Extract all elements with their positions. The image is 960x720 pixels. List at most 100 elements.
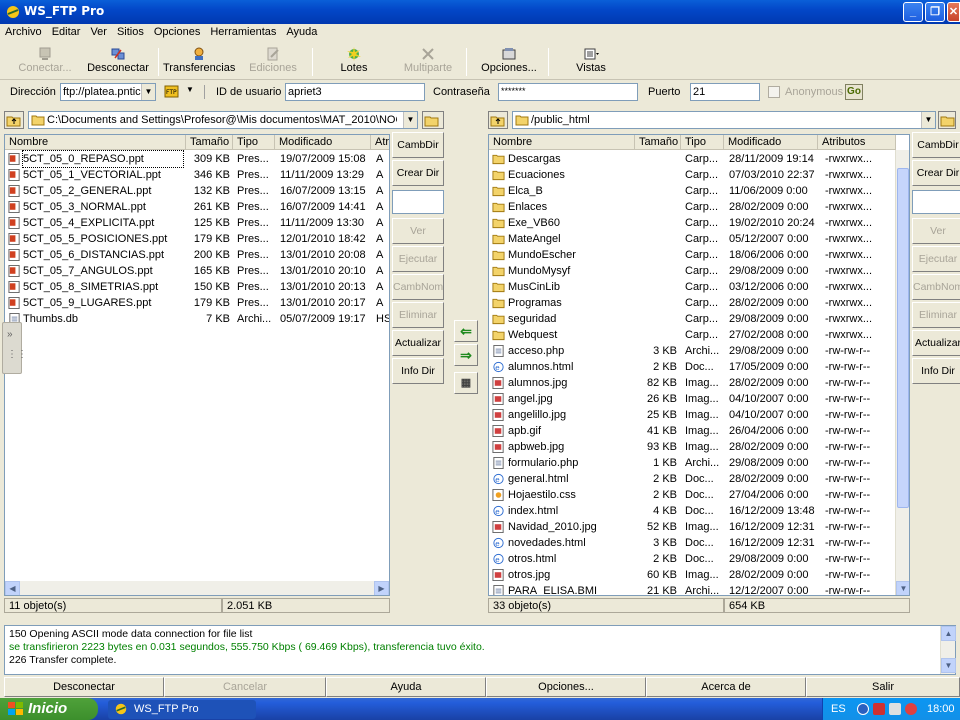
local-col-tamano[interactable]: Tamaño — [186, 135, 233, 150]
remote-file-row[interactable]: alumnos.jpg 82 KB Imag... 28/02/2009 0:00 -r… — [489, 375, 895, 391]
maximize-button[interactable]: ❐ — [925, 2, 945, 22]
salir-button[interactable]: Salir — [806, 677, 960, 697]
acerca-de-button[interactable]: Acerca de — [646, 677, 806, 697]
local-file-row[interactable]: 5CT_05_0_REPASO.ppt 309 KB Pres... 19/07/20… — [5, 150, 389, 168]
remote-file-row[interactable]: Webquest Carp... 27/02/2008 0:00 -rwxrwx... — [489, 327, 895, 343]
remote-file-row[interactable]: e general.html 2 KB Doc... 28/02/2009 0:00 -r… — [489, 471, 895, 487]
remote-file-row[interactable]: Programas Carp... 28/02/2009 0:00 -rwxrwx..… — [489, 295, 895, 311]
remote-file-row[interactable]: Descargas Carp... 28/11/2009 19:14 -rwxrwx.… — [489, 151, 895, 167]
language-indicator[interactable]: ES — [831, 698, 846, 720]
lotes-button[interactable]: Lotes — [330, 46, 378, 80]
log-vertical-scrollbar[interactable]: ▲ ▼ — [940, 626, 956, 674]
remote-file-row[interactable]: formulario.php 1 KB Archi... 29/08/2009 0:0… — [489, 455, 895, 471]
remote-open-folder-button[interactable] — [938, 111, 956, 129]
volume-tray-icon[interactable] — [889, 703, 901, 715]
local-actualizar-button[interactable]: Actualizar — [392, 330, 444, 356]
remote-filter-input[interactable] — [912, 190, 960, 214]
remote-file-row[interactable]: angelillo.jpg 25 KB Imag... 04/10/2007 0:00… — [489, 407, 895, 423]
remote-file-row[interactable]: angel.jpg 26 KB Imag... 04/10/2007 0:00 -rw-… — [489, 391, 895, 407]
desconectar-bottom-button[interactable]: Desconectar — [4, 677, 164, 697]
ftp-lock-dropdown[interactable]: FTP ▼ — [164, 83, 194, 101]
anonymous-checkbox[interactable] — [768, 86, 780, 98]
remote-cambnom-button[interactable]: CambNom — [912, 274, 960, 300]
local-eliminar-button[interactable]: Eliminar — [392, 302, 444, 328]
menu-archivo[interactable]: Archivo — [0, 24, 47, 38]
desconectar-button[interactable]: Desconectar — [84, 46, 152, 80]
remote-file-row[interactable]: otros.jpg 60 KB Imag... 28/02/2009 0:00 -rw-… — [489, 567, 895, 583]
remote-file-row[interactable]: e alumnos.html 2 KB Doc... 17/05/2009 0:00 -r… — [489, 359, 895, 375]
alert-tray-icon[interactable] — [905, 703, 917, 715]
network-tray-icon[interactable] — [857, 703, 869, 715]
remote-file-row[interactable]: e otros.html 2 KB Doc... 29/08/2009 0:00 -rw-… — [489, 551, 895, 567]
remote-col-modificado[interactable]: Modificado — [724, 135, 818, 150]
opciones-bottom-button[interactable]: Opciones... — [486, 677, 646, 697]
remote-file-row[interactable]: apbweb.jpg 93 KB Imag... 28/02/2009 0:00 -rw… — [489, 439, 895, 455]
local-file-row[interactable]: 5CT_05_2_GENERAL.ppt 132 KB Pres... 16/07/2… — [5, 183, 389, 199]
local-file-row[interactable]: 5CT_05_8_SIMETRIAS.ppt 150 KB Pres... 13/01… — [5, 279, 389, 295]
local-file-row[interactable]: 5CT_05_9_LUGARES.ppt 179 KB Pres... 13/01/2… — [5, 295, 389, 311]
local-ver-button[interactable]: Ver — [392, 218, 444, 244]
remote-path-combobox[interactable]: /public_html ▼ — [512, 111, 936, 129]
local-col-atributos[interactable]: Atri — [371, 135, 389, 150]
message-log[interactable]: 150 Opening ASCII mode data connection f… — [4, 625, 956, 675]
local-cambdir-button[interactable]: CambDir — [392, 132, 444, 158]
local-open-folder-button[interactable] — [422, 111, 444, 129]
remote-file-row[interactable]: apb.gif 41 KB Imag... 26/04/2006 0:00 -rw-rw… — [489, 423, 895, 439]
remote-ejecutar-button[interactable]: Ejecutar — [912, 246, 960, 272]
remote-file-row[interactable]: seguridad Carp... 29/08/2009 0:00 -rwxrwx..… — [489, 311, 895, 327]
transferencias-button[interactable]: Transferencias — [163, 46, 235, 80]
local-file-list[interactable]: Nombre Tamaño Tipo Modificado Atri 5CT_0… — [4, 134, 390, 596]
remote-up-folder-button[interactable] — [488, 111, 508, 129]
menu-editar[interactable]: Editar — [47, 24, 86, 38]
local-file-row[interactable]: 5CT_05_4_EXPLICITA.ppt 125 KB Pres... 11/11… — [5, 215, 389, 231]
start-button[interactable]: Inicio — [0, 698, 98, 720]
remote-vertical-scrollbar[interactable]: ▼ — [895, 150, 909, 595]
remote-file-row[interactable]: Enlaces Carp... 28/02/2009 0:00 -rwxrwx... — [489, 199, 895, 215]
ayuda-button[interactable]: Ayuda — [326, 677, 486, 697]
multiparte-button[interactable]: Multiparte — [400, 46, 456, 80]
download-arrow-right-icon[interactable]: ⇒ — [454, 344, 478, 366]
panel-collapse-handle[interactable]: » ⋮⋮ — [2, 322, 27, 374]
remote-file-row[interactable]: Elca_B Carp... 11/06/2009 0:00 -rwxrwx... — [489, 183, 895, 199]
remote-col-atributos[interactable]: Atributos — [818, 135, 896, 150]
remote-file-row[interactable]: MusCinLib Carp... 03/12/2006 0:00 -rwxrwx..… — [489, 279, 895, 295]
remote-file-row[interactable]: MundoMysyf Carp... 29/08/2009 0:00 -rwxrwx.… — [489, 263, 895, 279]
menu-sitios[interactable]: Sitios — [112, 24, 149, 38]
local-infodir-button[interactable]: Info Dir — [392, 358, 444, 384]
local-file-row[interactable]: Thumbs.db 7 KB Archi... 05/07/2009 19:17 HS — [5, 311, 389, 327]
password-input[interactable]: ******* — [498, 83, 638, 101]
local-path-combobox[interactable]: C:\Documents and Settings\Profesor@\Mis … — [28, 111, 418, 129]
conectar-button[interactable]: Conectar... — [14, 46, 76, 80]
remote-cambdir-button[interactable]: CambDir — [912, 132, 960, 158]
scroll-down-icon[interactable]: ▼ — [941, 658, 956, 673]
local-file-row[interactable]: 5CT_05_3_NORMAL.ppt 261 KB Pres... 16/07/20… — [5, 199, 389, 215]
local-ejecutar-button[interactable]: Ejecutar — [392, 246, 444, 272]
vistas-button[interactable]: Vistas — [570, 46, 612, 80]
user-id-input[interactable]: apriet3 — [285, 83, 425, 101]
remote-file-row[interactable]: e index.html 4 KB Doc... 16/12/2009 13:48 -rw… — [489, 503, 895, 519]
close-button[interactable]: ✕ — [947, 2, 960, 22]
remote-file-row[interactable]: e novedades.html 3 KB Doc... 16/12/2009 12:3… — [489, 535, 895, 551]
local-up-folder-button[interactable] — [4, 111, 24, 129]
port-input[interactable]: 21 — [690, 83, 760, 101]
remote-actualizar-button[interactable]: Actualizar — [912, 330, 960, 356]
local-col-tipo[interactable]: Tipo — [233, 135, 275, 150]
remote-col-nombre[interactable]: Nombre — [489, 135, 635, 150]
local-file-row[interactable]: 5CT_05_7_ANGULOS.ppt 165 KB Pres... 13/01/2… — [5, 263, 389, 279]
go-button[interactable]: Go — [845, 84, 863, 100]
remote-infodir-button[interactable]: Info Dir — [912, 358, 960, 384]
menu-herramientas[interactable]: Herramientas — [205, 24, 281, 38]
scroll-thumb[interactable] — [897, 168, 909, 508]
scroll-right-icon[interactable]: ▶ — [374, 581, 389, 595]
local-col-nombre[interactable]: Nombre — [5, 135, 186, 150]
clock[interactable]: 18:00 — [927, 698, 955, 720]
ediciones-button[interactable]: Ediciones — [244, 46, 302, 80]
compare-icon[interactable]: ▦ — [454, 372, 478, 394]
menu-opciones[interactable]: Opciones — [149, 24, 205, 38]
remote-file-row[interactable]: Exe_VB60 Carp... 19/02/2010 20:24 -rwxrwx..… — [489, 215, 895, 231]
local-cambnom-button[interactable]: CambNom — [392, 274, 444, 300]
taskbar-ws-ftp-item[interactable]: WS_FTP Pro — [108, 700, 256, 719]
local-creardir-button[interactable]: Crear Dir — [392, 160, 444, 186]
remote-file-row[interactable]: Hojaestilo.css 2 KB Doc... 27/04/2006 0:00 -… — [489, 487, 895, 503]
remote-creardir-button[interactable]: Crear Dir — [912, 160, 960, 186]
